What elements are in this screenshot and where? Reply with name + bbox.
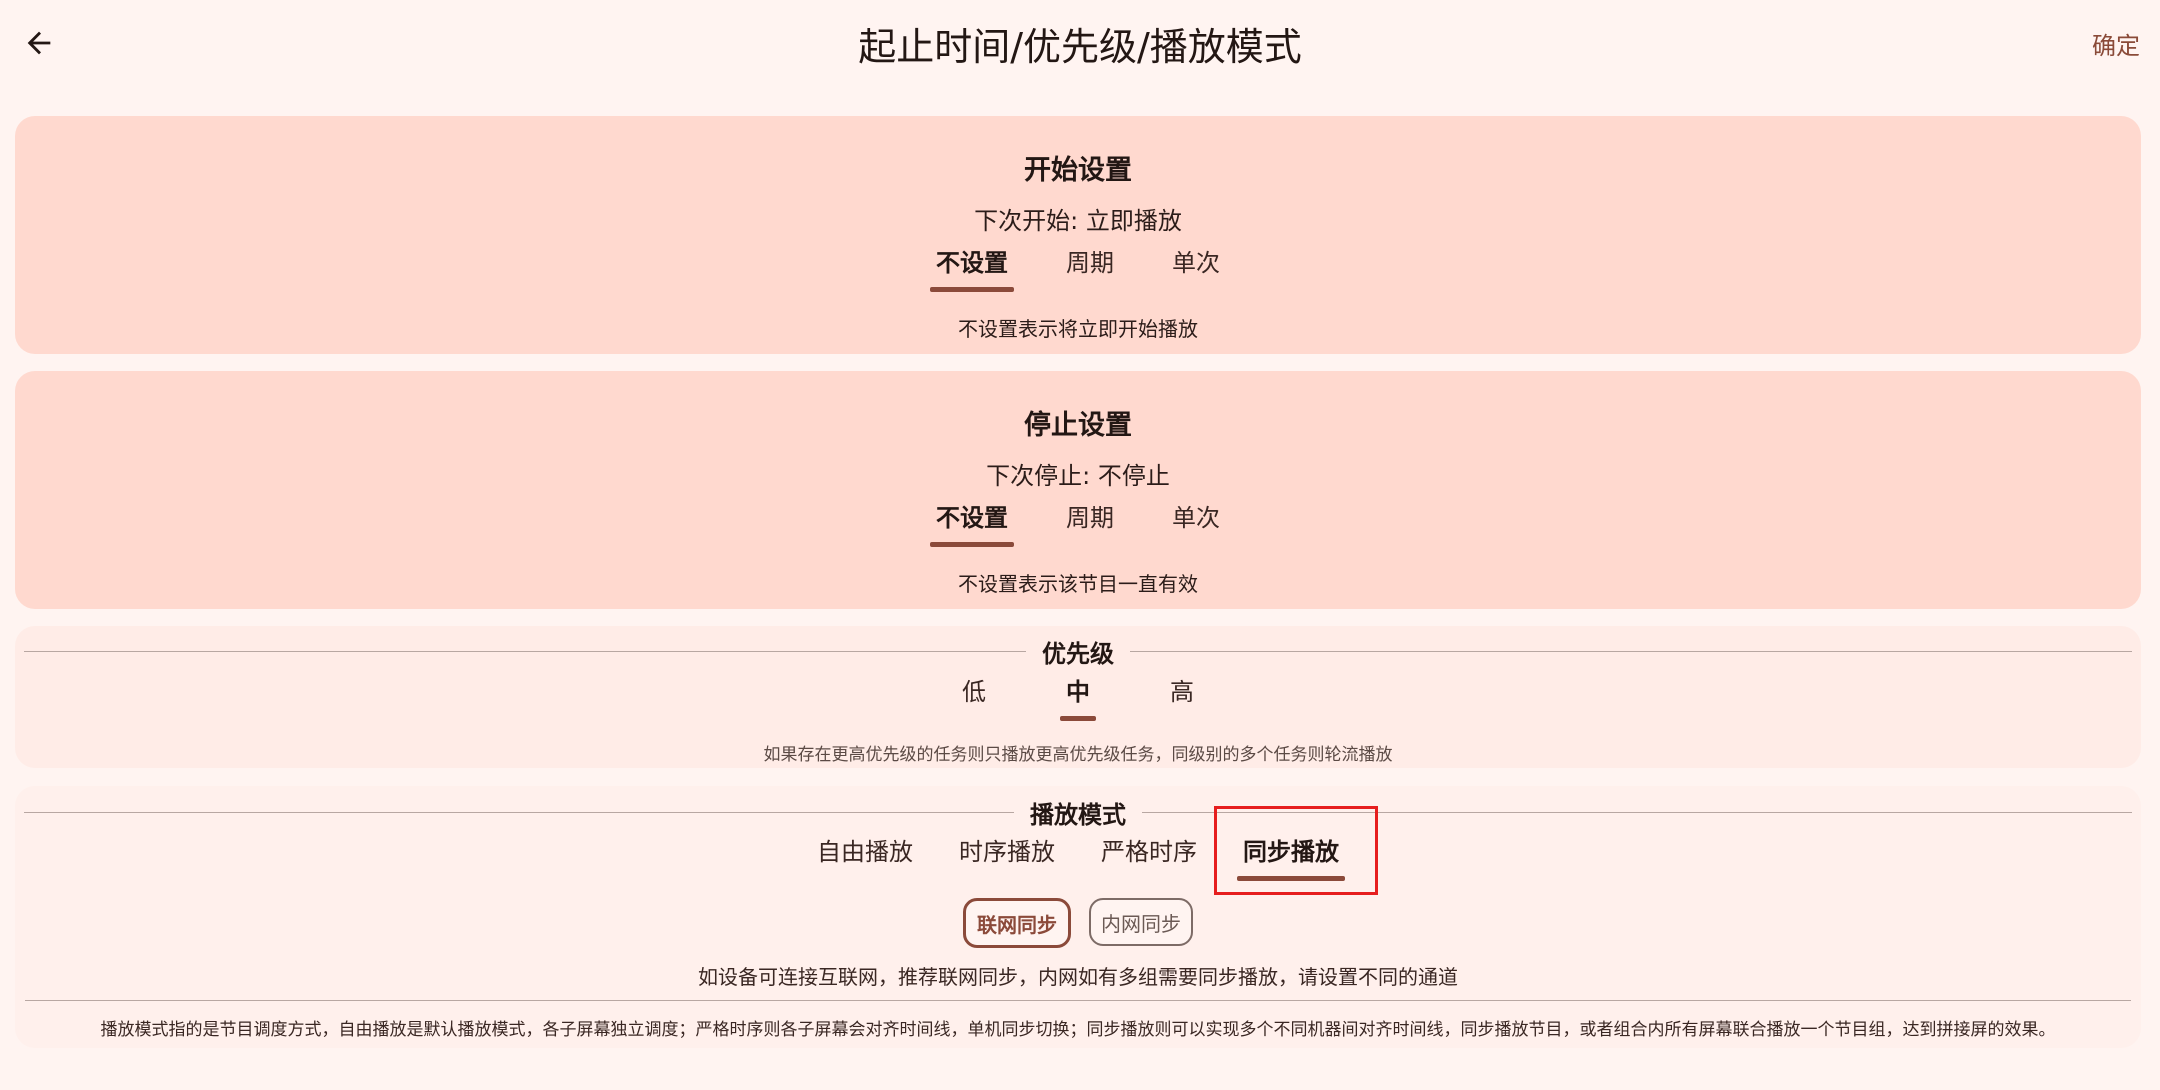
separator [25, 1000, 2131, 1001]
priority-low[interactable]: 低 [944, 673, 1004, 723]
top-bar: 起止时间/优先级/播放模式 确定 [0, 0, 2160, 90]
start-status: 下次开始: 立即播放 [974, 207, 1182, 235]
confirm-button[interactable]: 确定 [2092, 26, 2140, 61]
mode-sequential-play[interactable]: 时序播放 [941, 833, 1073, 883]
play-mode-options: 自由播放 时序播放 严格时序 同步播放 [15, 833, 2141, 883]
start-tabs: 不设置 周期 单次 [15, 244, 2141, 294]
selection-highlight-box [1214, 806, 1378, 895]
play-mode-card: 播放模式 自由播放 时序播放 严格时序 同步播放 联网同步 内网同步 如设备可连… [15, 786, 2141, 1048]
start-hint: 不设置表示将立即开始播放 [958, 317, 1198, 341]
start-settings-title: 开始设置 [1024, 155, 1132, 186]
stop-tabs: 不设置 周期 单次 [15, 499, 2141, 549]
stop-settings-title: 停止设置 [1024, 410, 1132, 441]
start-tab-none[interactable]: 不设置 [918, 244, 1026, 294]
divider-line [24, 650, 1026, 652]
stop-tab-periodic[interactable]: 周期 [1048, 499, 1132, 549]
page-title: 起止时间/优先级/播放模式 [858, 25, 1302, 69]
play-mode-footer-note: 播放模式指的是节目调度方式，自由播放是默认播放模式，各子屏幕独立调度；严格时序则… [100, 1020, 2056, 1040]
chip-internet-sync[interactable]: 联网同步 [963, 898, 1071, 948]
priority-header: 优先级 [24, 636, 2132, 668]
priority-medium[interactable]: 中 [1048, 673, 1108, 723]
stop-hint: 不设置表示该节目一直有效 [958, 572, 1198, 596]
start-tab-once[interactable]: 单次 [1154, 244, 1238, 294]
sync-hint: 如设备可连接互联网，推荐联网同步，内网如有多组需要同步播放，请设置不同的通道 [698, 965, 1458, 989]
stop-settings-card: 停止设置 下次停止: 不停止 不设置 周期 单次 不设置表示该节目一直有效 [15, 371, 2141, 609]
mode-free-play[interactable]: 自由播放 [799, 833, 931, 883]
priority-title: 优先级 [1042, 639, 1114, 668]
start-tab-periodic[interactable]: 周期 [1048, 244, 1132, 294]
chip-lan-sync[interactable]: 内网同步 [1089, 898, 1193, 946]
start-settings-card: 开始设置 下次开始: 立即播放 不设置 周期 单次 不设置表示将立即开始播放 [15, 116, 2141, 354]
stop-tab-once[interactable]: 单次 [1154, 499, 1238, 549]
play-mode-header: 播放模式 [24, 797, 2132, 829]
stop-status: 下次停止: 不停止 [986, 462, 1170, 490]
mode-strict-sequence[interactable]: 严格时序 [1083, 833, 1215, 883]
play-mode-title: 播放模式 [1030, 800, 1126, 829]
divider-line [1130, 650, 2132, 652]
priority-hint: 如果存在更高优先级的任务则只播放更高优先级任务，同级别的多个任务则轮流播放 [763, 745, 1393, 765]
stop-tab-none[interactable]: 不设置 [918, 499, 1026, 549]
priority-card: 优先级 低 中 高 如果存在更高优先级的任务则只播放更高优先级任务，同级别的多个… [15, 626, 2141, 768]
divider-line [24, 811, 1014, 813]
priority-options: 低 中 高 [15, 673, 2141, 723]
priority-high[interactable]: 高 [1152, 673, 1212, 723]
